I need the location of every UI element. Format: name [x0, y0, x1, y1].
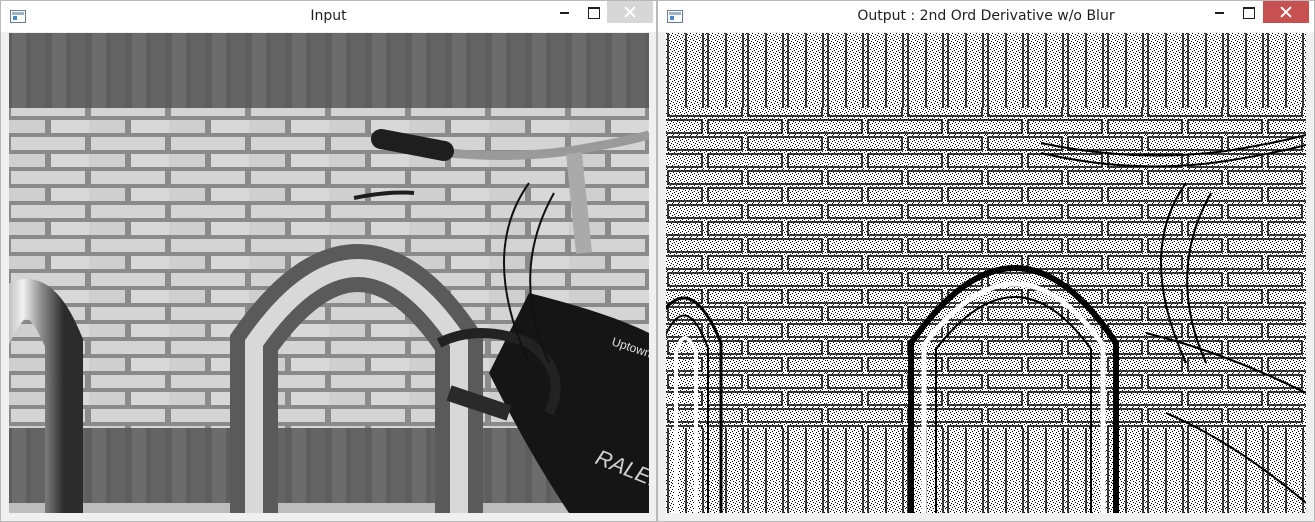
close-button[interactable] [1263, 1, 1309, 23]
minimize-button[interactable] [1206, 1, 1234, 23]
input-image-render: Uptown 6 RALEIGH [9, 33, 649, 513]
input-window: Input Uptown RALEIGH [0, 0, 657, 522]
output-titlebar[interactable]: Output : 2nd Ord Derivative w/o Blur [658, 1, 1314, 32]
output-window: Output : 2nd Ord Derivative w/o Blur [657, 0, 1315, 522]
output-image-render [666, 33, 1306, 513]
maximize-button[interactable] [1234, 1, 1262, 23]
maximize-button[interactable] [579, 1, 607, 23]
minimize-button[interactable] [551, 1, 579, 23]
output-image [666, 33, 1306, 513]
input-image: Uptown 6 RALEIGH [9, 33, 649, 513]
input-titlebar[interactable]: Input [1, 1, 656, 32]
close-button[interactable] [607, 1, 653, 23]
